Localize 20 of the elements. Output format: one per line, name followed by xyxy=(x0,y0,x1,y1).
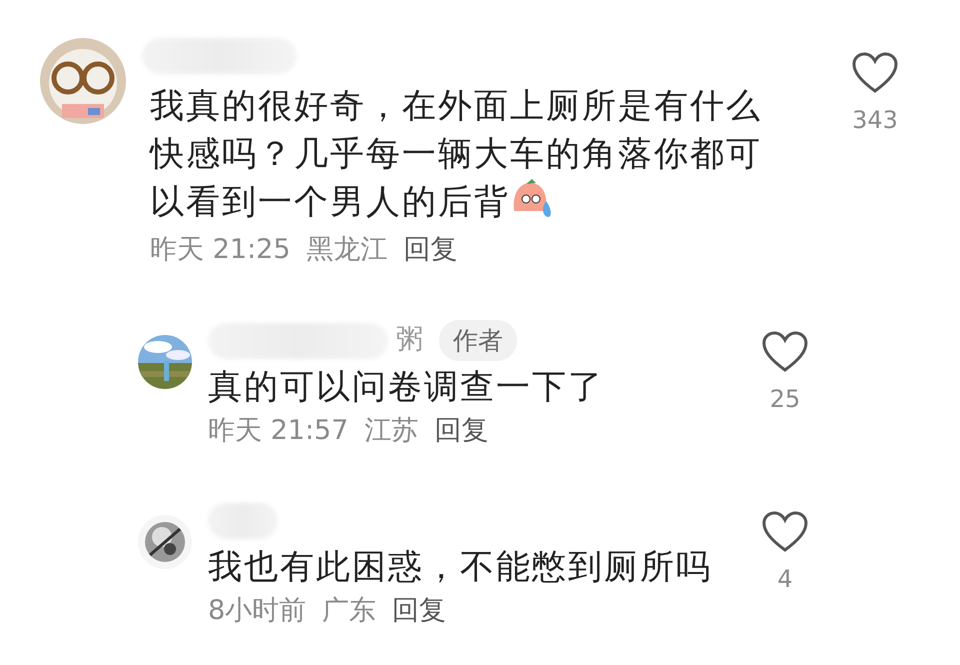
comment-text: 我真的很好奇，在外面上厕所是有什么快感吗？几乎每一辆大车的角落你都可以看到一个男人的后背 xyxy=(148,85,763,224)
like-count: 4 xyxy=(777,564,793,595)
heart-icon[interactable] xyxy=(852,52,898,94)
author-badge: 作者 xyxy=(439,320,517,362)
reply-link[interactable]: 回复 xyxy=(403,230,458,270)
reply-link[interactable]: 回复 xyxy=(434,410,488,451)
like-count: 343 xyxy=(852,105,898,136)
reply-text: 我也有此困惑，不能憋到厕所吗 xyxy=(208,546,713,589)
reply-text: 真的可以问卷调查一下了 xyxy=(208,366,605,408)
comment-location: 江苏 xyxy=(364,414,418,448)
heart-icon[interactable] xyxy=(762,511,808,553)
username: 粥 xyxy=(396,323,423,358)
comment-time: 昨天 21:25 xyxy=(150,233,290,267)
comment-location: 广东 xyxy=(322,594,376,628)
comment-time: 昨天 21:57 xyxy=(208,414,348,448)
reply-link[interactable]: 回复 xyxy=(392,591,446,632)
like-count: 25 xyxy=(770,384,800,414)
heart-icon[interactable] xyxy=(762,330,808,372)
comment-time: 8小时前 xyxy=(208,594,306,628)
comment-location: 黑龙江 xyxy=(306,233,388,267)
